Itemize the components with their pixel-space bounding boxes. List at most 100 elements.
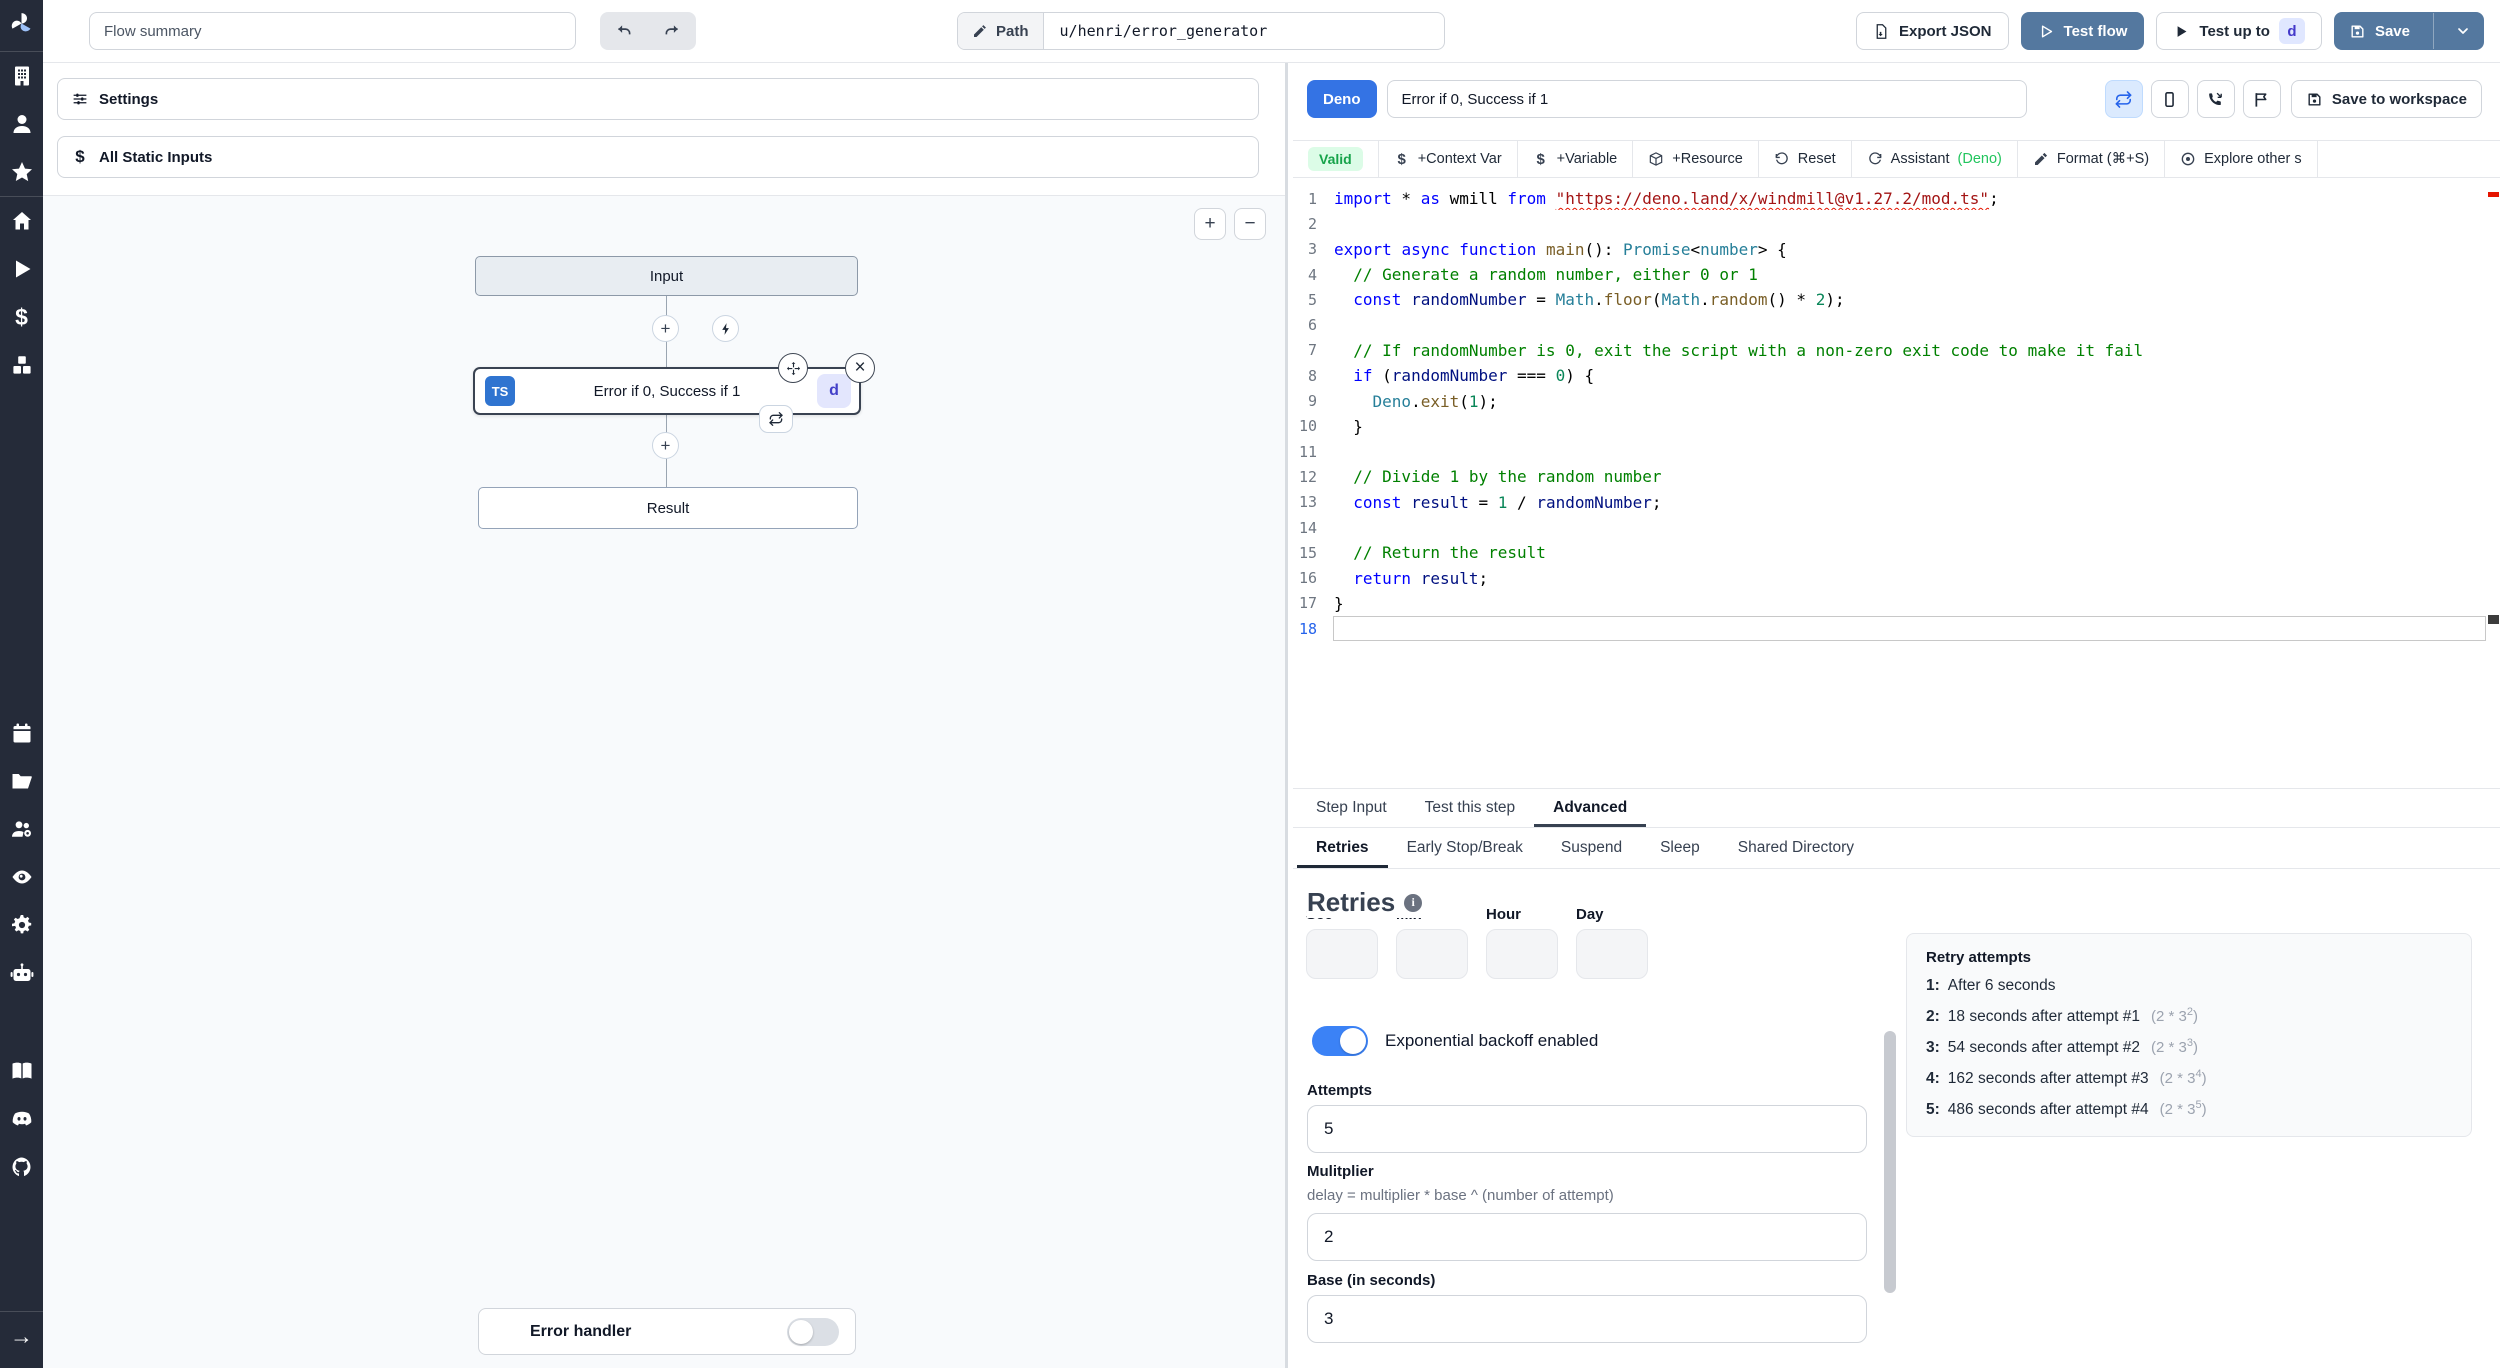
result-node[interactable]: Result xyxy=(478,487,858,529)
add-step-button[interactable]: + xyxy=(652,315,679,342)
code-line-9[interactable]: 9 Deno. exit(1); xyxy=(1293,388,2500,413)
tab-test-this-step[interactable]: Test this step xyxy=(1406,789,1534,827)
move-step-button[interactable] xyxy=(778,353,808,383)
save-to-workspace-button[interactable]: Save to workspace xyxy=(2290,80,2482,118)
error-handler-toggle[interactable] xyxy=(787,1317,839,1346)
multiplier-input[interactable] xyxy=(1307,1213,1867,1261)
mobile-view-button[interactable] xyxy=(2150,80,2189,118)
code-line-16[interactable]: 16 return result; xyxy=(1293,565,2500,590)
code-line-15[interactable]: 15 // Return the result xyxy=(1293,540,2500,565)
subtab-suspend[interactable]: Suspend xyxy=(1542,828,1641,868)
code-editor[interactable]: 1 import * as wmill from "https://deno.la… xyxy=(1293,178,2500,788)
path-value[interactable]: u/henri/error_generator xyxy=(1044,13,1444,49)
toolbar-explore-other-s[interactable]: Explore other s xyxy=(2165,141,2318,177)
code-line-1[interactable]: 1 import * as wmill from "https://deno.la… xyxy=(1293,186,2500,211)
webhook-button[interactable] xyxy=(2196,80,2235,118)
sidebar-item-settings[interactable] xyxy=(0,901,43,949)
add-trigger-button[interactable] xyxy=(712,315,739,342)
zoom-out-button[interactable]: − xyxy=(1234,208,1266,240)
sidebar-item-user[interactable] xyxy=(0,100,43,148)
sidebar-item-arrow-right[interactable]: → xyxy=(0,1312,43,1360)
editor-overview-ruler[interactable] xyxy=(2486,178,2500,788)
error-handler-row[interactable]: Error handler xyxy=(478,1308,856,1355)
retry-delay-sec-input[interactable] xyxy=(1306,929,1378,979)
code-line-2[interactable]: 2 xyxy=(1293,211,2500,236)
code-line-7[interactable]: 7 // If randomNumber is 0, exit the scri… xyxy=(1293,338,2500,363)
all-static-inputs-bar[interactable]: $ All Static Inputs xyxy=(57,136,1259,178)
sidebar-item-dollar[interactable]: $ xyxy=(0,293,43,341)
sidebar-item-building[interactable] xyxy=(0,52,43,100)
toolbar-format-s-[interactable]: Format (⌘+S) xyxy=(2018,141,2166,177)
retries-scrollbar[interactable] xyxy=(1884,1031,1896,1293)
step-name-input[interactable] xyxy=(1386,80,2027,118)
sidebar-item-cubes[interactable] xyxy=(0,341,43,389)
sidebar-item-eye[interactable] xyxy=(0,853,43,901)
tab-advanced[interactable]: Advanced xyxy=(1534,789,1646,827)
code-line-13[interactable]: 13 const result = 1 / randomNumber; xyxy=(1293,490,2500,515)
retries-shortcut-button[interactable] xyxy=(2104,80,2143,118)
sidebar-item-book[interactable] xyxy=(0,1047,43,1095)
code-line-18[interactable]: 18 xyxy=(1293,616,2500,642)
undo-button[interactable] xyxy=(600,12,648,50)
flag-button[interactable] xyxy=(2242,80,2281,118)
code-line-10[interactable]: 10 } xyxy=(1293,414,2500,439)
subtab-early-stop-break[interactable]: Early Stop/Break xyxy=(1388,828,1542,868)
redo-button[interactable] xyxy=(648,12,696,50)
code-line-14[interactable]: 14 xyxy=(1293,515,2500,540)
flow-graph[interactable]: + − Input + TS Error if 0, Success if 1 … xyxy=(43,195,1285,1368)
toolbar-reset[interactable]: Reset xyxy=(1759,141,1852,177)
export-json-button[interactable]: Export JSON xyxy=(1855,12,2009,50)
info-icon[interactable]: i xyxy=(1404,893,1423,912)
sidebar-item-home[interactable] xyxy=(0,197,43,245)
windmill-logo[interactable] xyxy=(8,10,35,37)
toolbar-label: Format (⌘+S) xyxy=(2056,151,2150,167)
sidebar-item-play[interactable] xyxy=(0,245,43,293)
sidebar-item-bot[interactable] xyxy=(0,949,43,997)
toolbar--variable[interactable]: $ +Variable xyxy=(1518,141,1634,177)
retry-delay-min-input[interactable] xyxy=(1396,929,1468,979)
toolbar-assistant[interactable]: Assistant (Deno) xyxy=(1852,141,2018,177)
retry-attempt-text: After 6 seconds xyxy=(1947,977,2056,994)
code-line-5[interactable]: 5 const randomNumber = Math. floor(Math. r… xyxy=(1293,287,2500,312)
sidebar-item-folder-open[interactable] xyxy=(0,757,43,805)
sidebar-item-github[interactable] xyxy=(0,1143,43,1191)
sidebar-item-star[interactable] xyxy=(0,148,43,196)
sidebar-item-discord[interactable] xyxy=(0,1095,43,1143)
lint-status: Valid xyxy=(1293,141,1379,177)
sidebar-item-calendar[interactable] xyxy=(0,709,43,757)
code-line-6[interactable]: 6 xyxy=(1293,312,2500,337)
flow-summary-input[interactable] xyxy=(89,12,576,50)
code-line-11[interactable]: 11 xyxy=(1293,439,2500,464)
play-icon xyxy=(10,257,34,281)
toolbar--resource[interactable]: +Resource xyxy=(1633,141,1759,177)
exponential-backoff-toggle[interactable] xyxy=(1312,1026,1368,1056)
tab-step-input[interactable]: Step Input xyxy=(1297,789,1406,827)
add-step-button[interactable]: + xyxy=(652,432,679,459)
panel-resize-handle[interactable] xyxy=(1285,63,1288,1368)
subtab-retries[interactable]: Retries xyxy=(1297,828,1388,868)
toolbar--context-var[interactable]: $ +Context Var xyxy=(1379,141,1518,177)
sidebar-item-users-cog[interactable] xyxy=(0,805,43,853)
zoom-in-button[interactable]: + xyxy=(1194,208,1226,240)
input-node[interactable]: Input xyxy=(475,256,858,296)
code-line-4[interactable]: 4 // Generate a random number, either 0 … xyxy=(1293,262,2500,287)
save-dropdown-button[interactable] xyxy=(2443,13,2483,49)
retry-indicator-button[interactable] xyxy=(759,405,793,433)
save-button[interactable]: Save xyxy=(2333,12,2484,50)
code-line-12[interactable]: 12 // Divide 1 by the random number xyxy=(1293,464,2500,489)
attempts-label: Attempts xyxy=(1307,1082,1373,1099)
attempts-input[interactable] xyxy=(1307,1105,1867,1153)
flow-settings-bar[interactable]: Settings xyxy=(57,78,1259,120)
base-input[interactable] xyxy=(1307,1295,1867,1343)
delete-step-button[interactable]: × xyxy=(845,353,875,383)
subtab-shared-directory[interactable]: Shared Directory xyxy=(1719,828,1873,868)
path-field[interactable]: Path u/henri/error_generator xyxy=(957,12,1445,50)
code-line-3[interactable]: 3 export async function main (): Promise < n… xyxy=(1293,237,2500,262)
subtab-sleep[interactable]: Sleep xyxy=(1641,828,1719,868)
test-up-to-button[interactable]: Test up to d xyxy=(2156,12,2322,50)
code-line-8[interactable]: 8 if (randomNumber === 0) { xyxy=(1293,363,2500,388)
retry-delay-hour-input[interactable] xyxy=(1486,929,1558,979)
retry-delay-day-input[interactable] xyxy=(1576,929,1648,979)
code-line-17[interactable]: 17} xyxy=(1293,591,2500,616)
test-flow-button[interactable]: Test flow xyxy=(2020,12,2145,50)
